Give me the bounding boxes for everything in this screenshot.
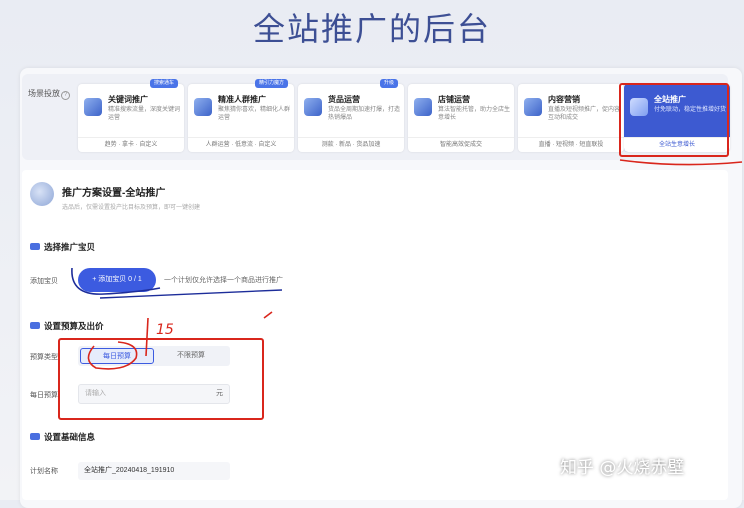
annotation-underline — [619, 159, 743, 166]
annotation-number: 15 — [156, 322, 174, 338]
handwritten-annotations: 15 — [71, 159, 743, 370]
annotation-tick — [263, 311, 273, 319]
annotation-stroke — [145, 317, 149, 357]
annotation-circle-daily — [87, 341, 138, 370]
annotation-underline-hint — [99, 289, 283, 299]
annotation-circle-add-button — [71, 267, 161, 295]
watermark: 知乎 @火烧赤壁 — [560, 458, 685, 478]
